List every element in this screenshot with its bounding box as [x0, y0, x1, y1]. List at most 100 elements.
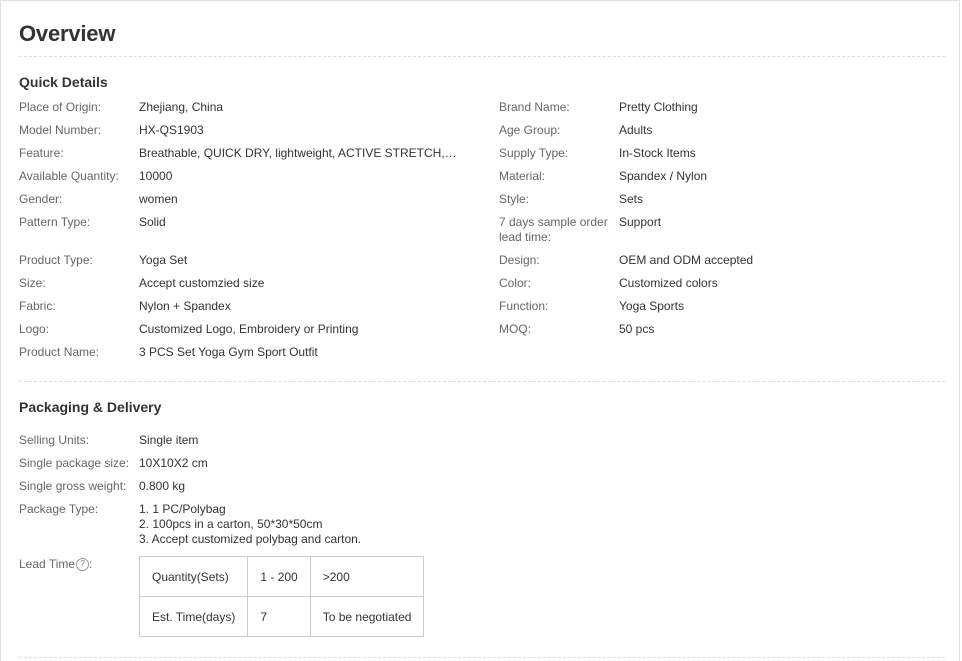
pkg-value: Single item	[139, 433, 199, 447]
detail-label: MOQ:	[499, 322, 531, 336]
detail-value: Sets	[619, 192, 644, 206]
table-cell: 7	[247, 596, 311, 637]
detail-label: Gender:	[19, 192, 63, 206]
detail-label: 7 days sample order lead time:	[499, 215, 608, 244]
lead-time-label-wrap: Lead Time?:	[19, 557, 93, 571]
detail-value: Zhejiang, China	[139, 100, 224, 114]
pkg-label: Single package size:	[19, 456, 130, 470]
packaging-delivery-title: Packaging & Delivery	[19, 399, 162, 415]
lead-time-row: Lead Time?: Quantity(Sets) 1 - 200 >200 …	[19, 556, 425, 637]
pkg-label: Selling Units:	[19, 433, 90, 447]
detail-value: Adults	[619, 123, 653, 137]
detail-value: Customized Logo, Embroidery or Printing	[139, 322, 359, 336]
table-cell: Est. Time(days)	[138, 596, 249, 637]
quick-details-right-column: Brand Name: Pretty Clothing Age Group: A…	[499, 100, 959, 345]
detail-row-gender: Gender: women	[19, 192, 479, 215]
detail-label: Function:	[499, 299, 549, 313]
detail-row-product-name: Product Name: 3 PCS Set Yoga Gym Sport O…	[19, 345, 479, 368]
detail-row-age-group: Age Group: Adults	[499, 123, 959, 146]
pkg-value: 0.800 kg	[139, 479, 186, 493]
detail-row-product-type: Product Type: Yoga Set	[19, 253, 479, 276]
detail-value: Customized colors	[619, 276, 718, 290]
package-type-line: 1. 1 PC/Polybag	[139, 502, 226, 516]
quick-details-left-column: Place of Origin: Zhejiang, China Model N…	[19, 100, 479, 368]
detail-value: OEM and ODM accepted	[619, 253, 754, 267]
detail-label: Material:	[499, 169, 546, 183]
pkg-label: Package Type:	[19, 502, 99, 516]
overview-panel: Overview Quick Details Place of Origin: …	[0, 0, 960, 661]
detail-value: Accept customzied size	[139, 276, 265, 290]
packaging-details: Selling Units: Single item Single packag…	[19, 433, 619, 547]
detail-label: Style:	[499, 192, 530, 206]
table-row: Est. Time(days) 7 To be negotiated	[138, 596, 425, 637]
detail-label: Logo:	[19, 322, 50, 336]
table-cell: Quantity(Sets)	[138, 556, 249, 597]
detail-label: Feature:	[19, 146, 64, 160]
detail-row-color: Color: Customized colors	[499, 276, 959, 299]
pkg-row-package-size: Single package size: 10X10X2 cm	[19, 456, 619, 479]
detail-row-moq: MOQ: 50 pcs	[499, 322, 959, 345]
detail-row-function: Function: Yoga Sports	[499, 299, 959, 322]
detail-label: Supply Type:	[499, 146, 569, 160]
detail-label: Product Name:	[19, 345, 100, 359]
detail-row-logo: Logo: Customized Logo, Embroidery or Pri…	[19, 322, 479, 345]
detail-row-sample-lead-time: 7 days sample order lead time: Support	[499, 215, 959, 253]
detail-label: Brand Name:	[499, 100, 570, 114]
lead-time-label: Lead Time	[19, 557, 76, 571]
detail-row-supply-type: Supply Type: In-Stock Items	[499, 146, 959, 169]
detail-value: Nylon + Spandex	[139, 299, 231, 313]
detail-label: Color:	[499, 276, 532, 290]
detail-value: Pretty Clothing	[619, 100, 698, 114]
detail-value: 50 pcs	[619, 322, 655, 336]
detail-label: Model Number:	[19, 123, 102, 137]
detail-row-feature: Feature: Breathable, QUICK DRY, lightwei…	[19, 146, 479, 169]
detail-value: Solid	[139, 215, 166, 229]
help-icon[interactable]: ?	[76, 557, 90, 571]
detail-row-style: Style: Sets	[499, 192, 959, 215]
detail-label: Design:	[499, 253, 540, 267]
detail-value: 10000	[139, 169, 173, 183]
detail-value: Breathable, QUICK DRY, lightweight, ACTI…	[139, 146, 457, 160]
detail-label: Fabric:	[19, 299, 56, 313]
table-cell: 1 - 200	[247, 556, 311, 597]
detail-row-fabric: Fabric: Nylon + Spandex	[19, 299, 479, 322]
quick-details-title: Quick Details	[19, 74, 108, 90]
table-row: Quantity(Sets) 1 - 200 >200	[138, 556, 425, 597]
detail-value: women	[139, 192, 178, 206]
detail-value: Spandex / Nylon	[619, 169, 708, 183]
detail-row-brand-name: Brand Name: Pretty Clothing	[499, 100, 959, 123]
page-title: Overview	[19, 21, 116, 46]
package-type-line: 2. 100pcs in a carton, 50*30*50cm	[139, 517, 323, 531]
detail-label: Place of Origin:	[19, 100, 102, 114]
lead-time-table: Quantity(Sets) 1 - 200 >200 Est. Time(da…	[138, 556, 425, 637]
table-cell: >200	[309, 556, 425, 597]
detail-label: Product Type:	[19, 253, 93, 267]
detail-row-pattern-type: Pattern Type: Solid	[19, 215, 479, 253]
pkg-label: Single gross weight:	[19, 479, 127, 493]
detail-row-design: Design: OEM and ODM accepted	[499, 253, 959, 276]
pkg-row-gross-weight: Single gross weight: 0.800 kg	[19, 479, 619, 502]
divider	[19, 657, 945, 658]
detail-row-material: Material: Spandex / Nylon	[499, 169, 959, 192]
detail-label: Age Group:	[499, 123, 561, 137]
package-type-line: 3. Accept customized polybag and carton.	[139, 532, 362, 546]
detail-row-model-number: Model Number: HX-QS1903	[19, 123, 479, 146]
detail-row-size: Size: Accept customzied size	[19, 276, 479, 299]
table-cell: To be negotiated	[309, 596, 425, 637]
pkg-row-package-type: Package Type: 1. 1 PC/Polybag 2. 100pcs …	[19, 502, 619, 547]
detail-value: Yoga Sports	[619, 299, 684, 313]
detail-value: In-Stock Items	[619, 146, 696, 160]
detail-value: Support	[619, 215, 662, 229]
detail-label: Available Quantity:	[19, 169, 119, 183]
divider	[19, 56, 945, 57]
detail-row-available-quantity: Available Quantity: 10000	[19, 169, 479, 192]
detail-label: Pattern Type:	[19, 215, 91, 229]
detail-value: Yoga Set	[139, 253, 188, 267]
pkg-row-selling-units: Selling Units: Single item	[19, 433, 619, 456]
divider	[19, 381, 945, 382]
pkg-value: 1. 1 PC/Polybag 2. 100pcs in a carton, 5…	[139, 502, 599, 547]
detail-value: HX-QS1903	[139, 123, 204, 137]
detail-value: 3 PCS Set Yoga Gym Sport Outfit	[139, 345, 318, 359]
detail-row-place-of-origin: Place of Origin: Zhejiang, China	[19, 100, 479, 123]
detail-label: Size:	[19, 276, 46, 290]
